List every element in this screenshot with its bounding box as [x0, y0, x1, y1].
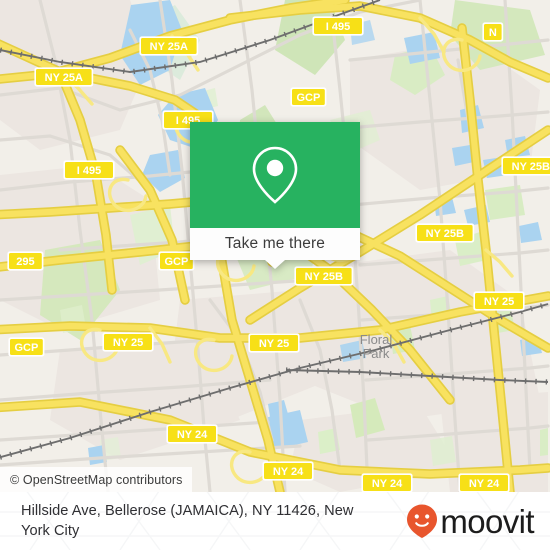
road-shield-label: NY 25A	[150, 41, 188, 53]
road-shield: NY 25	[102, 332, 154, 352]
road-shield: NY 24	[262, 461, 314, 481]
road-shield: NY 25B	[294, 266, 354, 286]
road-shield-label: NY 25	[113, 337, 143, 349]
map-canvas[interactable]: Floral Park NY 25A NY 25A I 495 I 495 I 495 G…	[0, 0, 550, 492]
road-shield-label: NY 24	[177, 429, 208, 441]
footer-bar: Hillside Ave, Bellerose (JAMAICA), NY 11…	[0, 492, 550, 550]
road-shield-label: NY 24	[469, 478, 500, 490]
road-shield: NY 25B	[501, 156, 550, 176]
road-shield: NY 25A	[139, 36, 199, 56]
road-shield-label: NY 25B	[512, 161, 550, 173]
road-shield: NY 25	[248, 333, 300, 353]
take-me-there-label: Take me there	[224, 235, 326, 252]
road-shield-label: I 495	[326, 21, 350, 33]
moovit-brand[interactable]: moovit	[405, 502, 535, 540]
road-shield-label: N	[489, 27, 497, 39]
place-label-floral-park-line1: Floral	[360, 332, 393, 347]
road-shield-label: NY 25A	[45, 72, 83, 84]
road-shield: I 495	[63, 160, 115, 180]
map-pin-icon	[252, 146, 298, 204]
road-shield: NY 24	[458, 473, 510, 492]
popup-action-bar[interactable]: Take me there	[190, 228, 360, 269]
road-shield-label: NY 24	[273, 466, 304, 478]
osm-attribution[interactable]: © OpenStreetMap contributors	[0, 467, 192, 492]
road-shield-label: NY 25B	[305, 271, 343, 283]
popup-pointer-tail	[265, 260, 285, 269]
osm-attribution-text: © OpenStreetMap contributors	[10, 472, 183, 487]
place-label-floral-park-line2: Park	[363, 346, 390, 361]
map-screenshot: Floral Park NY 25A NY 25A I 495 I 495 I 495 G…	[0, 0, 550, 550]
road-shield: NY 24	[166, 424, 218, 444]
road-shield: NY 25B	[415, 223, 475, 243]
road-shield: NY 25	[473, 291, 525, 311]
popup-header	[190, 122, 360, 228]
moovit-smiling-pin-icon	[407, 504, 438, 538]
road-shield-label: 295	[16, 256, 34, 268]
road-shield: GCP	[158, 251, 195, 271]
road-shield: I 495	[312, 16, 364, 36]
road-shield: GCP	[8, 337, 45, 357]
map-place-labels: Floral Park	[360, 332, 393, 361]
road-shield: NY 24	[361, 473, 413, 492]
road-shield: NY 25A	[34, 67, 94, 87]
road-shield: 295	[7, 251, 44, 271]
location-popup-card[interactable]: Take me there	[190, 122, 360, 269]
road-shield-label: NY 25	[259, 338, 289, 350]
page-title: Hillside Ave, Bellerose (JAMAICA), NY 11…	[21, 503, 354, 539]
road-shield-label: NY 25	[484, 296, 514, 308]
road-shield-label: I 495	[77, 165, 101, 177]
road-shield-label: GCP	[14, 342, 38, 354]
road-shield-label: GCP	[296, 92, 320, 104]
road-shield-label: GCP	[164, 256, 188, 268]
road-shield-label: NY 24	[372, 478, 403, 490]
road-shield: GCP	[290, 87, 327, 107]
moovit-wordmark: moovit	[440, 502, 534, 540]
road-shield-label: NY 25B	[426, 228, 464, 240]
road-shield: N	[482, 22, 504, 42]
